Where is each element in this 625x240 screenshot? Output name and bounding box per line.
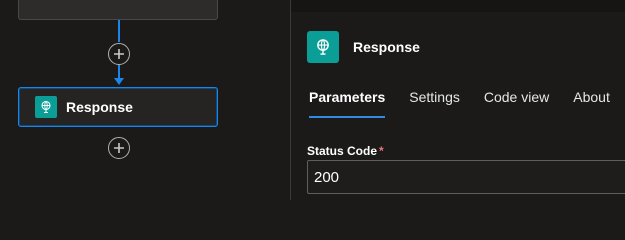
response-globe-icon [307,31,339,63]
connector-line-bottom [118,65,120,79]
designer-root: Response Response Parameters Settings Co… [0,0,625,200]
plus-circle-icon [114,49,124,59]
tab-parameters[interactable]: Parameters [309,89,386,119]
action-details-panel: Response Parameters Settings Code view A… [291,0,625,200]
connector-line-top [118,20,120,42]
response-action-card[interactable]: Response [18,87,218,127]
status-code-label: Status Code * [307,144,384,158]
previous-step-card[interactable] [18,0,218,20]
add-step-button-above[interactable] [108,43,130,65]
response-action-label: Response [66,99,133,115]
panel-title[interactable]: Response [353,39,420,55]
connector-arrow [114,78,124,85]
tab-settings[interactable]: Settings [409,89,460,119]
required-marker: * [379,144,384,158]
plus-circle-icon [114,143,124,153]
status-code-input[interactable] [307,160,625,194]
workflow-canvas[interactable]: Response [0,0,290,200]
panel-header: Response [307,31,420,63]
panel-tabs: Parameters Settings Code view About [309,89,625,119]
status-code-label-text: Status Code [307,144,378,158]
tab-code-view[interactable]: Code view [484,89,549,119]
response-globe-icon [35,96,57,118]
tab-about[interactable]: About [573,89,610,119]
add-step-button-below[interactable] [108,137,130,159]
panel-top-strip [291,0,625,12]
